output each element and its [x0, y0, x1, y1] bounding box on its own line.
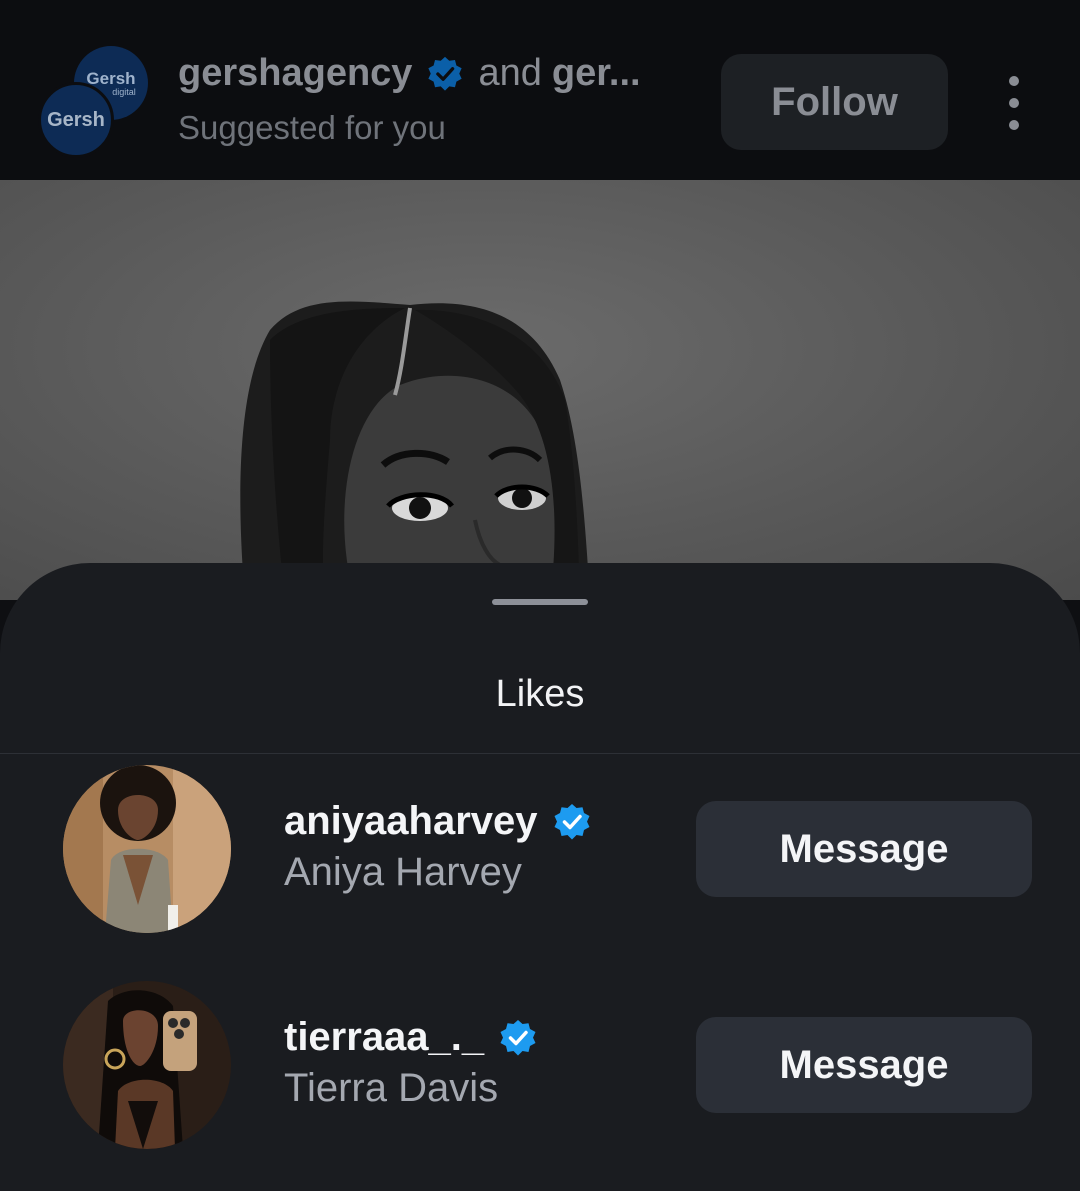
- username[interactable]: aniyaaharvey: [284, 799, 538, 844]
- message-button[interactable]: Message: [696, 801, 1032, 897]
- and-text: and: [478, 52, 542, 94]
- avatar-image-aniyaaharvey: [63, 765, 231, 933]
- post-image[interactable]: [0, 180, 1080, 600]
- user-info[interactable]: tierraaa_._ Tierra Davis: [284, 1015, 538, 1111]
- post-header-text: gershagency and ger... Suggested for you: [178, 52, 698, 147]
- collab-avatar-primary[interactable]: Gersh: [38, 82, 114, 158]
- more-options-icon[interactable]: [998, 76, 1030, 130]
- username[interactable]: tierraaa_._: [284, 1015, 484, 1060]
- verified-badge-icon: [554, 803, 590, 839]
- avatar[interactable]: [63, 765, 231, 933]
- coauthor-truncated[interactable]: ger...: [552, 52, 641, 95]
- collab-avatars[interactable]: Gersh digital Gersh: [38, 46, 150, 158]
- portrait-illustration: [240, 301, 590, 600]
- likes-sheet: Likes aniyaaharvey Aniya Harvey Message …: [0, 563, 1080, 1191]
- full-name: Tierra Davis: [284, 1066, 499, 1110]
- follow-button[interactable]: Follow: [721, 54, 948, 150]
- verified-badge-icon: [500, 1019, 536, 1055]
- avatar-image-tierraaa: [63, 981, 231, 1149]
- list-item[interactable]: tierraaa_._ Tierra Davis Message: [0, 979, 1080, 1149]
- user-info[interactable]: aniyaaharvey Aniya Harvey: [284, 799, 592, 895]
- sheet-divider: [0, 753, 1080, 754]
- full-name: Aniya Harvey: [284, 850, 522, 894]
- suggested-label: Suggested for you: [178, 109, 446, 146]
- avatar-front-logo-text: Gersh: [47, 108, 105, 131]
- list-item[interactable]: aniyaaharvey Aniya Harvey Message: [0, 763, 1080, 933]
- avatar-back-logo-sub: digital: [112, 87, 136, 97]
- sheet-drag-handle[interactable]: [492, 599, 588, 605]
- sheet-title: Likes: [495, 673, 585, 715]
- verified-badge-icon: [428, 56, 463, 91]
- post-author-username[interactable]: gershagency: [178, 52, 412, 95]
- message-button[interactable]: Message: [696, 1017, 1032, 1113]
- avatar[interactable]: [63, 981, 231, 1149]
- post-header: Gersh digital Gersh gershagency and ger.…: [0, 0, 1080, 180]
